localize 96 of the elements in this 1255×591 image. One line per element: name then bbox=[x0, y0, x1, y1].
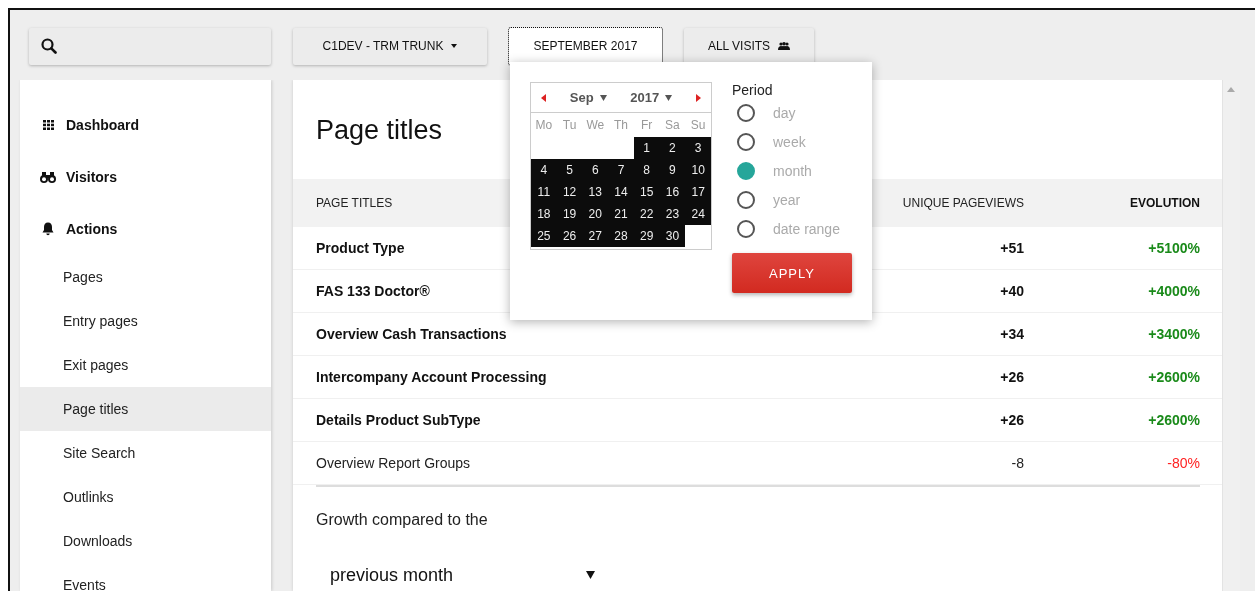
column-header: EVOLUTION bbox=[1130, 196, 1200, 210]
calendar-day[interactable]: 19 bbox=[556, 203, 583, 225]
caret-icon bbox=[586, 571, 595, 579]
calendar-day[interactable]: 13 bbox=[582, 181, 609, 203]
calendar-day[interactable]: 16 bbox=[659, 181, 686, 203]
table-cell: -8 bbox=[1011, 455, 1024, 471]
month-select[interactable]: Sep bbox=[569, 90, 594, 105]
segment-button[interactable]: ALL VISITS bbox=[684, 27, 814, 65]
calendar-day[interactable]: 6 bbox=[582, 159, 609, 181]
calendar-day[interactable]: 25 bbox=[531, 225, 557, 247]
bell-icon bbox=[42, 222, 54, 236]
site-selector[interactable]: C1DEV - TRM TRUNK bbox=[293, 27, 487, 65]
weekday-label: Th bbox=[613, 117, 629, 134]
weekday-label: Sa bbox=[664, 117, 681, 134]
table-cell: Overview Report Groups bbox=[316, 455, 471, 471]
sidebar-item[interactable]: Dashboard bbox=[20, 99, 271, 151]
table-cell: FAS 133 Doctor® bbox=[316, 283, 430, 299]
table-cell: -80% bbox=[1167, 455, 1200, 471]
report-title: Page titles bbox=[316, 114, 443, 146]
sidebar-item[interactable]: Pages bbox=[20, 255, 271, 299]
next-icon[interactable] bbox=[695, 93, 701, 102]
calendar-day[interactable]: 2 bbox=[659, 137, 686, 159]
calendar-day[interactable]: 17 bbox=[685, 181, 711, 203]
calendar-day[interactable]: 10 bbox=[685, 159, 711, 181]
calendar-day[interactable]: 29 bbox=[633, 225, 660, 247]
users-icon bbox=[778, 42, 791, 50]
calendar-day[interactable]: 28 bbox=[608, 225, 634, 247]
sidebar-item[interactable]: Entry pages bbox=[20, 299, 271, 343]
sidebar-item[interactable]: Site Search bbox=[20, 431, 271, 475]
calendar-day[interactable]: 1 bbox=[633, 137, 660, 159]
calendar-day[interactable]: 9 bbox=[659, 159, 686, 181]
calendar-day[interactable]: 27 bbox=[582, 225, 609, 247]
grid-icon bbox=[42, 120, 54, 130]
weekday-label: Fr bbox=[640, 117, 654, 134]
calendar-day[interactable]: 12 bbox=[556, 181, 583, 203]
weekday-label: Mo bbox=[534, 117, 554, 134]
table-cell: +26 bbox=[1000, 369, 1024, 385]
calendar-day[interactable]: 23 bbox=[659, 203, 686, 225]
weekday-label: Su bbox=[689, 117, 707, 134]
sidebar-item[interactable]: Downloads bbox=[20, 519, 271, 563]
caret-icon bbox=[599, 94, 607, 101]
calendar-day[interactable]: 4 bbox=[531, 159, 557, 181]
weekday-label: We bbox=[585, 117, 606, 134]
calendar-day[interactable]: 24 bbox=[685, 203, 711, 225]
table-cell: +2600% bbox=[1148, 412, 1200, 428]
calendar-day[interactable]: 7 bbox=[608, 159, 634, 181]
table-cell: +2600% bbox=[1148, 369, 1200, 385]
table-cell: +34 bbox=[1000, 326, 1024, 342]
calendar-day[interactable]: 8 bbox=[633, 159, 660, 181]
table-cell: +51 bbox=[1000, 240, 1024, 256]
weekday-label: Tu bbox=[561, 117, 578, 134]
calendar-day[interactable]: 30 bbox=[659, 225, 686, 247]
calendar-day[interactable]: 15 bbox=[633, 181, 660, 203]
date-button[interactable]: SEPTEMBER 2017 bbox=[509, 27, 662, 65]
calendar-day[interactable]: 22 bbox=[633, 203, 660, 225]
search-field[interactable] bbox=[29, 27, 271, 65]
comparison-select[interactable]: previous month bbox=[330, 562, 595, 588]
radio-button[interactable] bbox=[737, 161, 755, 180]
column-header: UNIQUE PAGEVIEWS bbox=[902, 196, 1024, 210]
previous-icon[interactable] bbox=[541, 93, 546, 102]
radio-button[interactable] bbox=[737, 219, 755, 238]
sidebar-item[interactable]: Visitors bbox=[20, 151, 271, 203]
caret-icon bbox=[451, 44, 458, 48]
calendar-day[interactable]: 18 bbox=[531, 203, 557, 225]
table-cell: Overview Cash Transactions bbox=[316, 326, 507, 342]
binoculars-icon bbox=[40, 171, 56, 183]
table-cell: +40 bbox=[1000, 283, 1024, 299]
radio-button[interactable] bbox=[737, 190, 755, 209]
column-header: PAGE TITLES bbox=[316, 196, 393, 210]
apply-button[interactable]: APPLY bbox=[732, 253, 852, 293]
calendar-day[interactable]: 5 bbox=[556, 159, 583, 181]
table-cell: Intercompany Account Processing bbox=[316, 369, 547, 385]
table-cell: +3400% bbox=[1148, 326, 1200, 342]
sidebar-item[interactable]: Actions bbox=[20, 203, 271, 255]
growth-label: Growth compared to the bbox=[315, 510, 489, 529]
sidebar-item[interactable]: Events bbox=[20, 563, 271, 591]
sidebar-item[interactable]: Exit pages bbox=[20, 343, 271, 387]
radio-button[interactable] bbox=[737, 103, 755, 122]
calendar-day[interactable]: 11 bbox=[531, 181, 557, 203]
table-cell: +26 bbox=[1000, 412, 1024, 428]
calendar-day[interactable]: 14 bbox=[608, 181, 634, 203]
sidebar-item[interactable]: Page titles bbox=[20, 387, 271, 431]
table-cell: +5100% bbox=[1148, 240, 1200, 256]
table-cell: Product Type bbox=[316, 240, 405, 256]
calendar-day[interactable]: 3 bbox=[685, 137, 711, 159]
caret-icon bbox=[665, 94, 673, 101]
year-select[interactable]: 2017 bbox=[630, 90, 660, 105]
table-cell: +4000% bbox=[1148, 283, 1200, 299]
calendar-day[interactable]: 26 bbox=[556, 225, 583, 247]
period-label: Period bbox=[732, 82, 774, 98]
search-icon bbox=[41, 38, 57, 54]
sidebar-item[interactable]: Outlinks bbox=[20, 475, 271, 519]
table-cell: Details Product SubType bbox=[316, 412, 481, 428]
calendar-day[interactable]: 21 bbox=[608, 203, 634, 225]
radio-button[interactable] bbox=[737, 132, 755, 151]
calendar-day[interactable]: 20 bbox=[582, 203, 609, 225]
